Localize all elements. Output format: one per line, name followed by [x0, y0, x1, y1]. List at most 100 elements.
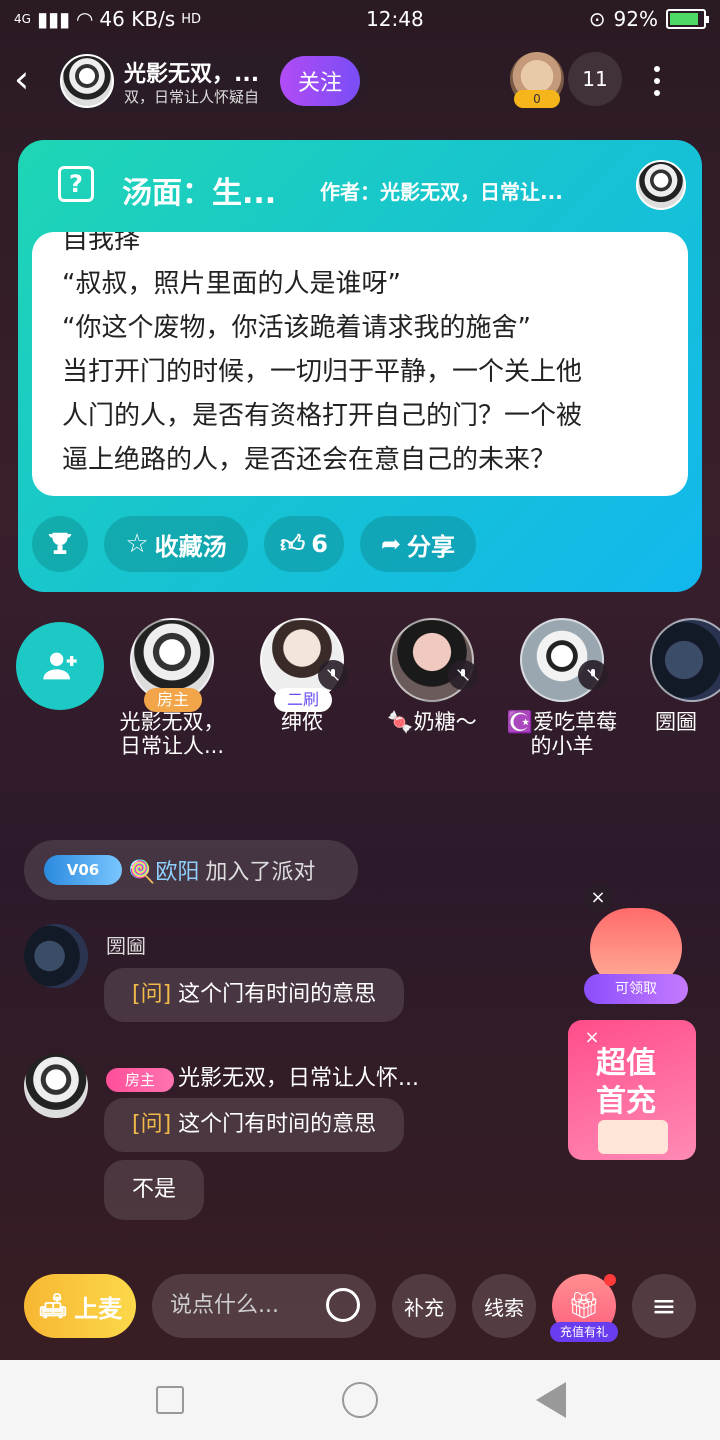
favorite-button[interactable]: ☆ 收藏汤: [104, 516, 248, 572]
back-icon[interactable]: ‹: [14, 60, 50, 100]
room-title: 光影无双，...: [124, 62, 260, 87]
soup-title[interactable]: 汤面：生...: [122, 168, 276, 212]
sofa-icon: 🛋︎: [37, 1292, 69, 1320]
story-line: 逼上绝路的人，是否还会在意自己的未来？: [62, 445, 557, 475]
back-nav-icon[interactable]: [536, 1382, 566, 1418]
mic-muted-icon: [318, 660, 348, 690]
question-icon: ?: [58, 166, 94, 202]
message-sender[interactable]: 圐圙: [106, 930, 146, 959]
room-owner-avatar[interactable]: [60, 54, 114, 108]
like-count: 6: [311, 530, 328, 558]
seat-name: 光影无双，日常让人...: [119, 710, 225, 758]
join-user[interactable]: 🍭欧阳: [128, 854, 199, 886]
message-text: 这个门有时间的意思: [178, 1112, 377, 1137]
story-line: “你这个废物，你活该跪着请求我的施舍”: [62, 313, 531, 343]
mic-muted-icon: [578, 660, 608, 690]
close-icon[interactable]: ×: [578, 1024, 606, 1052]
wifi-icon: ◠: [75, 7, 94, 31]
join-notice: V06 🍭欧阳 加入了派对: [24, 840, 358, 900]
soup-card-header: ? 汤面：生... 作者：光影无双，日常让...: [18, 140, 702, 232]
card-action-row: ☆ 收藏汤 👍︎ 6 ➦ 分享: [32, 516, 688, 572]
story-text-box[interactable]: 自我择 “叔叔，照片里面的人是谁呀” “你这个废物，你活该跪着请求我的施舍” 当…: [32, 232, 688, 496]
story-line: 当打开门的时候，一切归于平静，一个关上他: [62, 357, 583, 387]
follow-button[interactable]: 关注: [280, 56, 360, 106]
owner-badge: 房主: [106, 1067, 174, 1092]
home-icon[interactable]: [342, 1382, 378, 1418]
reply-bubble[interactable]: 不是: [104, 1160, 205, 1220]
room-subtitle: 双，日常让人怀疑自: [124, 88, 260, 106]
message-avatar[interactable]: [24, 1054, 88, 1118]
gift-claim-label: 可领取: [584, 974, 688, 1004]
notification-dot: [604, 1274, 616, 1286]
add-user-icon: [43, 652, 77, 680]
share-button[interactable]: ➦ 分享: [360, 516, 476, 572]
story-line: “叔叔，照片里面的人是谁呀”: [62, 269, 401, 299]
clock: 12:48: [366, 7, 424, 31]
seat-name: 圐圙: [655, 710, 697, 734]
seat-avatar[interactable]: 房主: [130, 618, 214, 712]
seat-avatar[interactable]: [520, 618, 608, 702]
message-sender-row[interactable]: 房主 光影无双，日常让人怀...: [106, 1060, 419, 1092]
seat-avatar[interactable]: 二刷: [260, 618, 348, 712]
emoji-icon[interactable]: [326, 1288, 360, 1322]
question-tag: [问]: [132, 1112, 172, 1137]
story-line: 人门的人，是否有资格打开自己的门？一个被: [62, 401, 583, 431]
seat-4[interactable]: ☪️爱吃草莓的小羊: [502, 618, 622, 758]
seat-name: 绅侬: [281, 710, 323, 734]
seat-3[interactable]: 🍬奶糖～: [372, 618, 492, 734]
invite-user-button[interactable]: [16, 622, 104, 710]
seat-2[interactable]: 二刷 绅侬: [242, 618, 362, 734]
author-avatar[interactable]: [636, 160, 686, 210]
share-label: 分享: [407, 532, 456, 561]
vip-level-badge: V06: [44, 855, 122, 885]
viewer-badge: 0: [514, 90, 560, 108]
trophy-icon: [48, 532, 72, 554]
mic-label: 上麦: [74, 1294, 123, 1323]
gift-float[interactable]: 可领取 ×: [584, 884, 688, 1004]
status-bar: 4G ▮▮▮ ◠ 46 KB/s HD 12:48 ⊙ 92%: [0, 0, 720, 38]
message-bubble[interactable]: [问] 这个门有时间的意思: [104, 968, 405, 1022]
close-icon[interactable]: ×: [584, 884, 612, 912]
star-icon: ☆: [125, 529, 149, 559]
mic-seat-row: 房主 光影无双，日常让人... 二刷 绅侬 🍬奶糖～ ☪️爱吃草莓的小羊 圐圙: [0, 618, 720, 768]
message-avatar[interactable]: [24, 924, 88, 988]
soup-author: 作者：光影无双，日常让...: [320, 180, 563, 204]
first-recharge-float[interactable]: 超值 首充 ×: [568, 1020, 696, 1160]
seat-name: ☪️爱吃草莓的小羊: [506, 710, 618, 758]
message-bubble[interactable]: [问] 这个门有时间的意思: [104, 1098, 405, 1152]
menu-icon[interactable]: ≡: [632, 1274, 696, 1338]
trophy-button[interactable]: [32, 516, 88, 572]
seat-owner[interactable]: 房主 光影无双，日常让人...: [112, 618, 232, 758]
take-mic-button[interactable]: 🛋︎ 上麦: [24, 1274, 136, 1338]
seat-avatar[interactable]: [650, 618, 720, 702]
message-text: 这个门有时间的意思: [178, 982, 377, 1007]
supplement-button[interactable]: 补充: [392, 1274, 456, 1338]
join-text: 加入了派对: [205, 860, 316, 885]
message-sender: 光影无双，日常让人怀...: [178, 1066, 419, 1091]
soup-card: ? 汤面：生... 作者：光影无双，日常让... 自我择 “叔叔，照片里面的人是…: [18, 140, 702, 592]
thumbs-up-icon: 👍︎: [280, 529, 306, 558]
more-menu-icon[interactable]: [640, 54, 674, 108]
gift-icon: 🎁︎: [567, 1291, 601, 1321]
seat-5[interactable]: 圐圙: [632, 618, 720, 734]
speed-label: 46 KB/s: [99, 7, 176, 31]
share-icon: ➦: [380, 530, 402, 558]
favorite-label: 收藏汤: [154, 532, 227, 561]
rotation-lock-icon: ⊙: [588, 7, 606, 31]
network-label: 4G: [14, 12, 31, 26]
system-nav-bar: [0, 1360, 720, 1440]
like-button[interactable]: 👍︎ 6: [264, 516, 344, 572]
gift-box-icon: [598, 1120, 668, 1154]
online-count[interactable]: 11: [568, 52, 622, 106]
reply-text: 不是: [132, 1177, 177, 1202]
recent-apps-icon[interactable]: [156, 1386, 184, 1414]
signal-icon: ▮▮▮: [36, 7, 70, 31]
chat-area[interactable]: V06 🍭欧阳 加入了派对 圐圙 [问] 这个门有时间的意思 房主 光影无双，日常…: [0, 780, 720, 1250]
seat-avatar[interactable]: [390, 618, 478, 702]
room-info-pill[interactable]: 光影无双，... 双，日常让人怀疑自 关注: [56, 50, 368, 112]
battery-percent: 92%: [613, 7, 658, 31]
room-header: ‹ 光影无双，... 双，日常让人怀疑自 关注 0 11: [0, 48, 720, 114]
recharge-gift-label: 充值有礼: [550, 1322, 618, 1342]
clue-button[interactable]: 线索: [472, 1274, 536, 1338]
story-line: 自我择: [62, 232, 141, 255]
